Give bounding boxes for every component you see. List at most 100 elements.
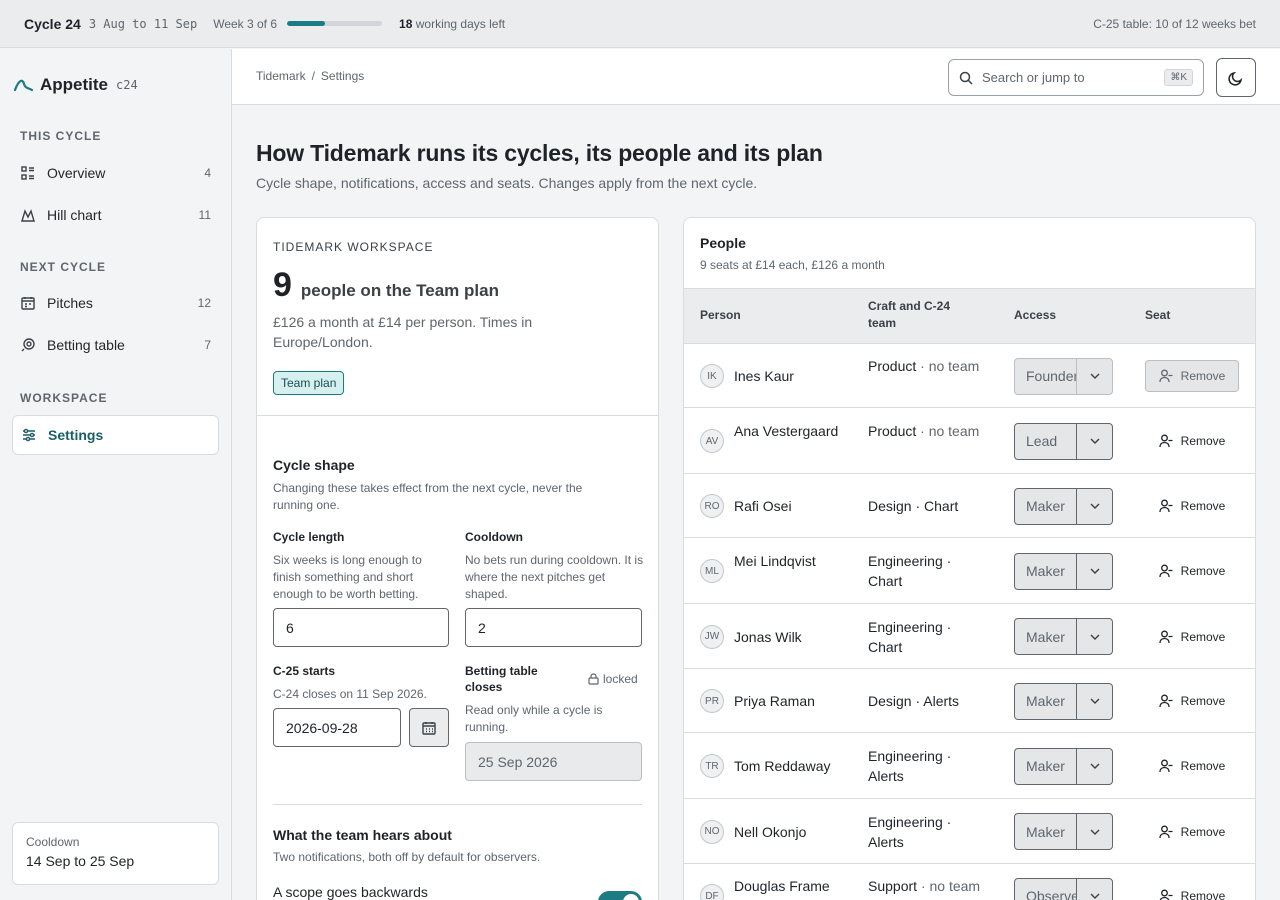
sidebar-item-settings[interactable]: Settings [12,415,219,455]
remove-seat-button[interactable]: Remove [1145,750,1239,782]
cycle-length-input[interactable]: 6 [273,608,449,647]
sidebar-item-betting-table[interactable]: Betting table 7 [12,325,219,365]
theme-toggle-button[interactable] [1216,58,1256,97]
sidebar-item-label: Overview [47,165,106,181]
column-header-access: Access [1014,308,1057,322]
cycle-length-help: Six weeks is long enough to finish somet… [273,553,422,601]
access-select[interactable]: Maker [1014,747,1113,785]
chevron-down-icon [1090,893,1099,899]
search-shortcut: ⌘K [1164,69,1193,86]
cycle-progress-fill [287,21,326,26]
cycle-week: Week 3 of 6 [213,16,278,31]
section-heading-workspace: WORKSPACE [20,391,108,405]
people-subtitle: 9 seats at £14 each, £126 a month [700,258,885,272]
brand[interactable]: Appetite c24 [14,75,138,95]
person-craft-team: Engineering · Alerts [868,748,952,784]
table-row: IK Ines Kaur Product · no team Founder Remov… [684,344,1255,408]
remove-seat-button[interactable]: Remove [1145,621,1239,653]
access-value: Maker [1015,748,1077,784]
remove-user-icon [1159,825,1173,838]
page-subtitle: Cycle shape, notifications, access and s… [256,175,758,191]
person-name: Jonas Wilk [734,628,802,645]
workspace-price: £126 a month at £14 per person. Times in… [273,314,533,350]
remove-seat-button[interactable]: Remove [1145,555,1239,587]
access-value: Maker [1015,488,1077,524]
cycle-status-bar: Cycle 24 3 Aug to 11 Sep Week 3 of 6 18 … [0,0,1280,48]
person-craft-team: Design · Chart [868,498,959,514]
sidebar-item-count: 7 [204,338,211,352]
table-status: C-25 table: 10 of 12 weeks bet [1093,16,1256,31]
sliders-icon [21,427,37,443]
next-cycle-start-label: C-25 starts [273,664,336,678]
remove-seat-button[interactable]: Remove [1145,685,1239,717]
breadcrumb-workspace[interactable]: Tidemark [256,69,306,83]
access-select[interactable]: Maker [1014,682,1113,720]
sidebar-item-count: 11 [198,208,211,222]
remove-seat-button[interactable]: Remove [1145,816,1239,848]
table-row: PR Priya Raman Design · Alerts Maker Remove [684,669,1255,733]
remove-user-icon [1159,889,1173,900]
cooldown-input[interactable]: 2 [465,608,642,647]
sidebar-item-label: Settings [48,427,104,443]
person-craft-team: Product · no team [868,423,980,439]
access-select[interactable]: Observer [1014,877,1113,900]
next-cycle-start-input[interactable]: 2026-09-28 [273,708,401,747]
people-card: People 9 seats at £14 each, £126 a month… [683,217,1256,900]
access-select[interactable]: Maker [1014,618,1113,655]
access-value: Maker [1015,683,1077,719]
date-picker-button[interactable] [409,708,449,747]
appetite-logo-icon [14,79,33,92]
access-select[interactable]: Lead [1014,422,1113,460]
brand-cycle-tag: c24 [116,78,138,92]
remove-label: Remove [1180,499,1226,513]
access-value: Maker [1015,619,1077,654]
avatar: IK [700,364,724,388]
remove-label: Remove [1180,889,1226,900]
avatar: JW [700,624,724,649]
person-name: Nell Okonjo [734,823,807,840]
cooldown-dates: 14 Sep to 25 Sep [26,853,135,869]
access-select[interactable]: Maker [1014,813,1113,850]
remove-user-icon [1159,630,1173,643]
sidebar-item-hill-chart[interactable]: Hill chart 11 [12,195,219,235]
breadcrumb: Tidemark / Settings [256,69,365,83]
cooldown-title: Cooldown [26,835,80,849]
chevron-down-icon [1090,568,1099,574]
remove-seat-button[interactable]: Remove [1145,490,1239,522]
remove-seat-button: Remove [1145,360,1239,392]
access-value: Maker [1015,553,1077,589]
moon-icon [1228,71,1243,86]
remove-user-icon [1159,759,1173,773]
access-value: Maker [1015,814,1077,849]
table-row: NO Nell Okonjo Engineering · Alerts Maker Re… [684,799,1255,864]
person-craft-team: Support · no team [868,878,981,894]
access-select[interactable]: Maker [1014,552,1113,590]
sidebar-item-pitches[interactable]: Pitches 12 [12,283,219,323]
access-value: Founder [1015,358,1077,394]
person-name: Ines Kaur [734,368,794,384]
access-select[interactable]: Maker [1014,487,1113,525]
notification-scope-backwards-label: A scope goes backwards [273,884,428,900]
person-name: Tom Reddaway [734,758,831,774]
grid-list-icon [20,165,36,181]
remove-seat-button[interactable]: Remove [1145,425,1239,457]
workspace-label: TIDEMARK WORKSPACE [273,240,434,254]
search-input[interactable]: Search or jump to ⌘K [948,59,1204,96]
calendar-list-icon [20,295,36,311]
table-row: AV Ana Vestergaard Product · no team Lead Re… [684,408,1255,474]
section-heading-next-cycle: NEXT CYCLE [20,260,107,274]
notifications-desc: Two notifications, both off by default f… [273,850,541,864]
notification-scope-backwards-toggle[interactable] [598,891,642,900]
search-placeholder: Search or jump to [982,70,1085,85]
page-title: How Tidemark runs its cycles, its people… [256,140,823,166]
breadcrumb-current: Settings [320,69,365,83]
cycle-progress-bar [287,21,383,26]
sidebar-item-label: Betting table [47,337,125,353]
divider [257,415,658,416]
person-name: Douglas Frame [734,878,830,894]
person-craft-team: Engineering · Chart [868,618,952,655]
sidebar-item-overview[interactable]: Overview 4 [12,153,219,193]
column-header-person: Person [700,308,741,322]
table-row: TR Tom Reddaway Engineering · Alerts Maker R… [684,733,1255,799]
remove-seat-button[interactable]: Remove [1145,880,1239,900]
